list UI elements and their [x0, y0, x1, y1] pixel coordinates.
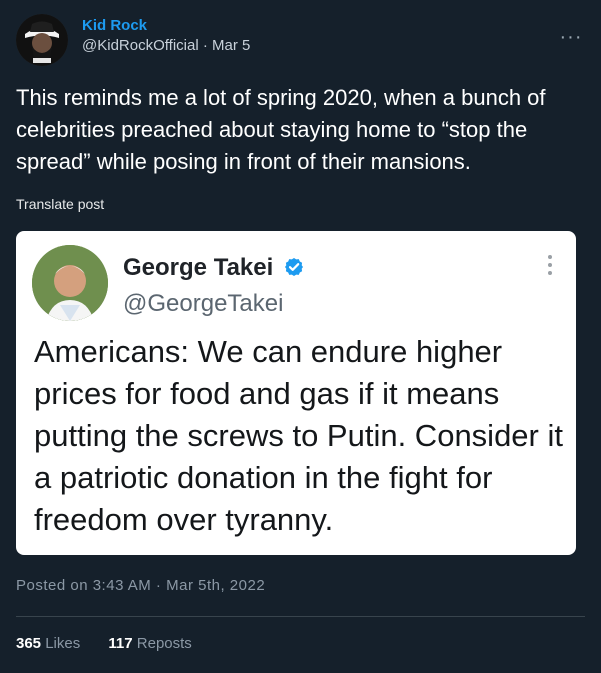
embedded-tweet-text: Americans: We can endure higher prices f…: [34, 334, 563, 537]
post-date[interactable]: Mar 5: [212, 37, 250, 54]
posted-timestamp: Posted on 3:43 AM · Mar 5th, 2022: [16, 577, 265, 594]
posted-prefix: Posted on: [16, 577, 93, 594]
translate-post-link[interactable]: Translate post: [16, 196, 104, 212]
author-handle-and-date: @KidRockOfficial · Mar 5: [82, 37, 250, 54]
embedded-author-name-text: George Takei: [123, 254, 274, 281]
tweet-header: Kid Rock @KidRockOfficial · Mar 5 ···: [16, 14, 585, 66]
posted-date: Mar 5th, 2022: [166, 577, 266, 594]
vertical-ellipsis-icon: [548, 255, 552, 275]
embedded-author-handle: @GeorgeTakei: [123, 290, 284, 317]
reposts-count: 117: [108, 635, 133, 652]
likes-stat[interactable]: 365 Likes: [16, 635, 80, 652]
author-handle[interactable]: @KidRockOfficial: [82, 37, 199, 54]
author-name[interactable]: Kid Rock: [82, 17, 147, 34]
posted-time: 3:43 AM: [92, 577, 152, 594]
stats-divider: [16, 616, 585, 617]
likes-label: Likes: [45, 635, 81, 652]
engagement-stats: 365 Likes 117 Reposts: [16, 635, 216, 652]
tweet-card: Kid Rock @KidRockOfficial · Mar 5 ··· Th…: [0, 0, 601, 673]
likes-count: 365: [16, 635, 42, 652]
kid-rock-avatar[interactable]: [16, 14, 68, 66]
date-separator: ·: [198, 37, 212, 54]
embedded-tweet-image[interactable]: George Takei @GeorgeTakei Americans: We …: [16, 231, 576, 555]
reposts-stat[interactable]: 117 Reposts: [108, 635, 191, 652]
tweet-text: This reminds me a lot of spring 2020, wh…: [16, 85, 546, 174]
reposts-label: Reposts: [136, 635, 192, 652]
verified-badge-icon: [284, 258, 303, 276]
posted-separator: ·: [151, 577, 167, 594]
embedded-author-name: George Takei: [123, 254, 304, 282]
george-takei-avatar: [32, 245, 108, 321]
ellipsis-icon[interactable]: ···: [557, 27, 585, 50]
